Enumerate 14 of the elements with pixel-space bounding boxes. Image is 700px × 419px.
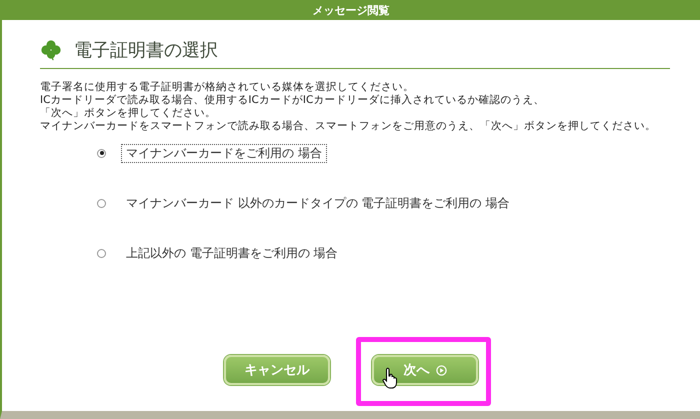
- instruction-text: 電子署名に使用する電子証明書が格納されている媒体を選択してください。: [40, 81, 415, 94]
- instruction-text: 「次へ」ボタンを押してください。: [40, 107, 217, 120]
- option-label[interactable]: マイナンバーカードをご利用の 場合: [121, 144, 327, 162]
- play-icon: [436, 364, 446, 376]
- option-label[interactable]: マイナンバーカード 以外のカードタイプの 電子証明書をご利用の 場合: [121, 194, 514, 212]
- section-heading: 電子証明書の選択: [74, 39, 218, 62]
- radio-button[interactable]: [97, 198, 106, 208]
- window-title: メッセージ閲覧: [312, 2, 390, 18]
- clover-icon: [40, 39, 62, 61]
- radio-button[interactable]: [97, 248, 106, 258]
- instruction-text: ICカードリーダで読み取る場合、使用するICカードがICカードリーダに挿入されているか確認のうえ、: [40, 94, 546, 107]
- instruction-text: マイナンバーカードをスマートフォンで読み取る場合、スマートフォンをご用意のうえ、「次へ」ボタンを押してください。: [40, 120, 657, 133]
- option-label[interactable]: 上記以外の 電子証明書をご利用の 場合: [121, 244, 343, 262]
- radio-button[interactable]: [97, 148, 106, 158]
